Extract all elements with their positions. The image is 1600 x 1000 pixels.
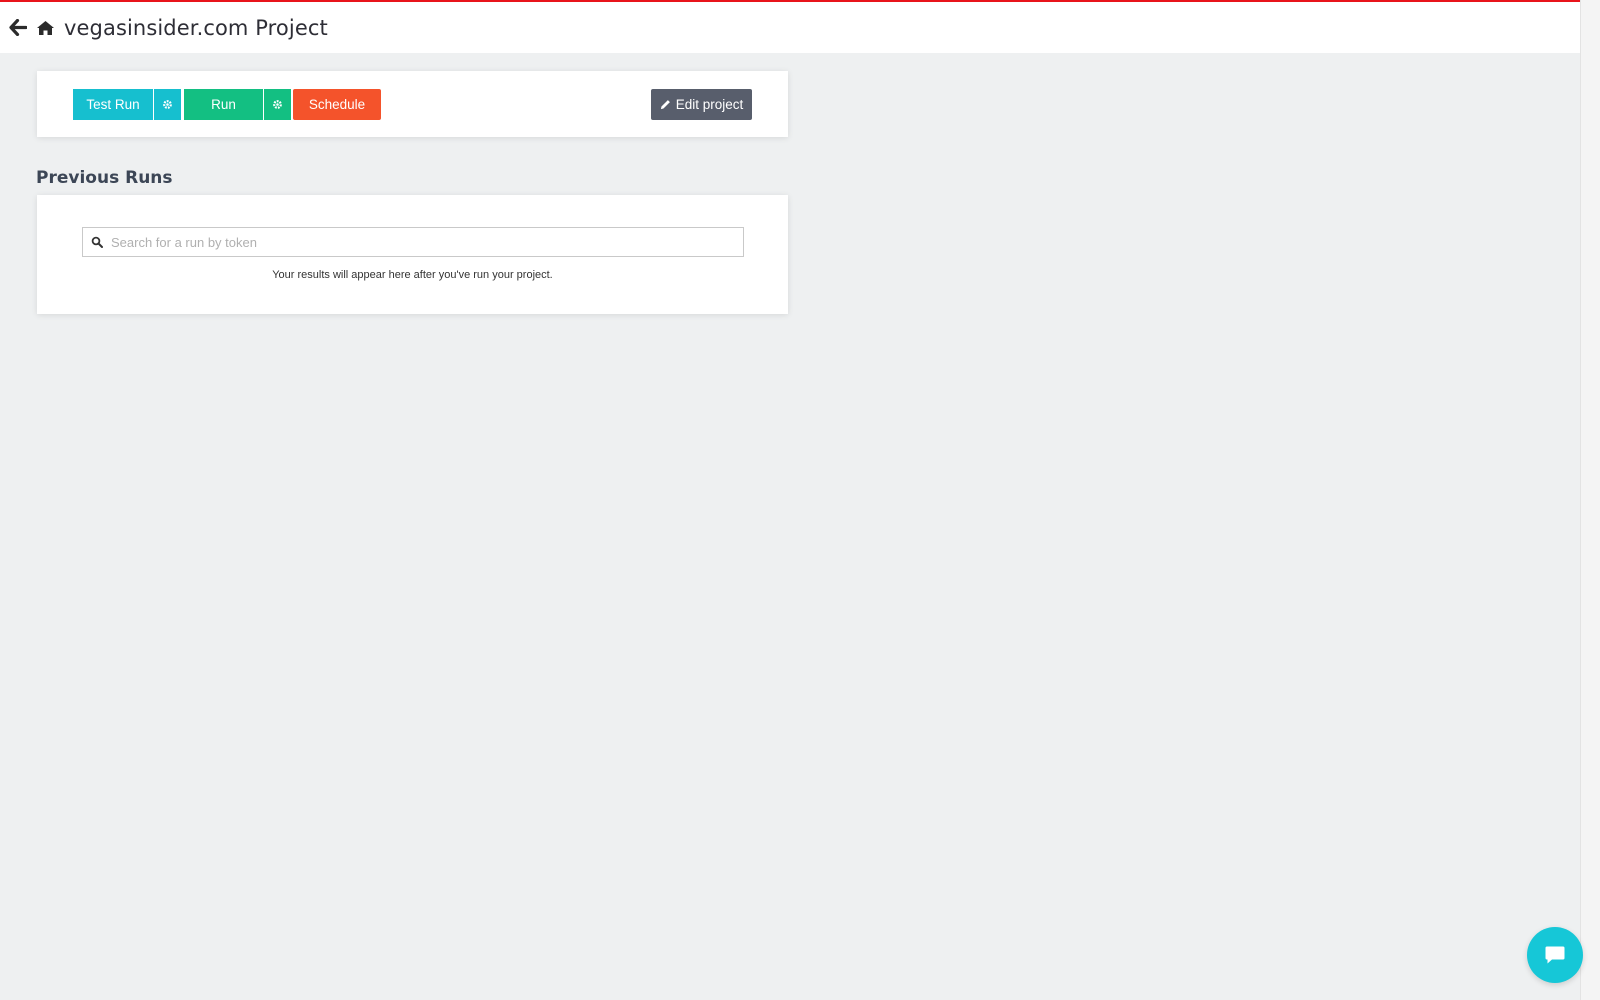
run-settings-button[interactable]	[264, 89, 291, 120]
search-input[interactable]	[111, 229, 743, 255]
home-icon[interactable]	[35, 18, 55, 38]
chat-launcher-button[interactable]	[1527, 927, 1583, 983]
edit-project-label: Edit project	[675, 97, 744, 112]
page-header: vegasinsider.com Project	[0, 2, 1590, 53]
pencil-icon	[660, 99, 671, 110]
schedule-button[interactable]: Schedule	[293, 89, 381, 120]
gear-icon	[272, 99, 283, 110]
empty-results-message: Your results will appear here after you'…	[272, 269, 553, 281]
page-title: vegasinsider.com Project	[64, 15, 328, 40]
search-icon	[91, 236, 103, 248]
gear-icon	[162, 99, 173, 110]
previous-runs-heading: Previous Runs	[36, 168, 173, 188]
previous-runs-card: Your results will appear here after you'…	[37, 195, 788, 314]
run-search-box[interactable]	[82, 227, 744, 257]
arrow-left-icon[interactable]	[8, 18, 28, 38]
edit-project-button[interactable]: Edit project	[651, 89, 752, 120]
test-run-settings-button[interactable]	[154, 89, 181, 120]
vertical-scrollbar[interactable]	[1580, 0, 1600, 1000]
test-run-button[interactable]: Test Run	[73, 89, 153, 120]
actions-card: Test Run Run Schedule Edit project	[37, 71, 788, 137]
run-button[interactable]: Run	[184, 89, 263, 120]
chat-bubble-icon	[1544, 945, 1566, 965]
